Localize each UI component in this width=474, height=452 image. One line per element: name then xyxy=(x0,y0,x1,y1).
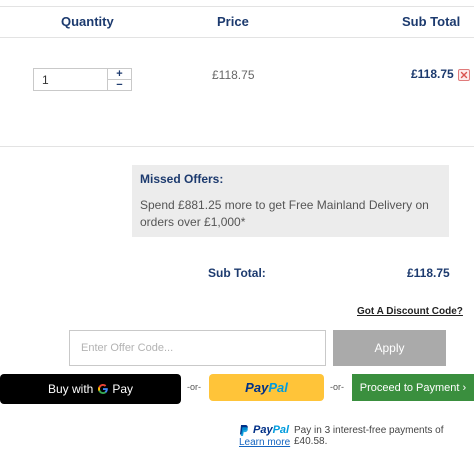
quantity-stepper: + − xyxy=(33,68,132,91)
paypal-paylater-logo: PayPal xyxy=(253,424,289,436)
price-header: Price xyxy=(217,14,249,29)
item-price: £118.75 xyxy=(212,68,255,82)
proceed-to-payment-button[interactable]: Proceed to Payment › xyxy=(352,374,474,401)
google-pay-button[interactable]: Buy with Pay xyxy=(0,374,181,404)
row-divider xyxy=(0,146,474,147)
paypal-paylater-logo-part1: Pay xyxy=(253,424,273,436)
google-pay-word: Pay xyxy=(112,382,134,396)
missed-offers-panel: Missed Offers: Spend £881.25 more to get… xyxy=(132,165,449,237)
subtotal-value: £118.75 xyxy=(407,266,450,280)
quantity-input[interactable] xyxy=(34,69,108,90)
subtotal-header: Sub Total xyxy=(402,14,461,29)
google-g-icon xyxy=(98,384,109,394)
quantity-decrease-button[interactable]: − xyxy=(108,79,131,90)
paypal-paylater-logo-part2: Pal xyxy=(272,424,290,436)
paypal-icon xyxy=(240,425,248,436)
google-pay-label: Buy with xyxy=(47,382,94,396)
close-icon xyxy=(460,71,468,79)
paypal-button[interactable]: Pay Pal xyxy=(209,374,324,401)
discount-code-link[interactable]: Got A Discount Code? xyxy=(357,306,463,317)
item-subtotal: £118.75 xyxy=(411,67,454,81)
or-separator: -or- xyxy=(187,382,201,392)
paypal-logo-part1: Pay xyxy=(245,380,269,395)
header-divider xyxy=(0,37,474,38)
subtotal-label: Sub Total: xyxy=(208,266,266,280)
top-border xyxy=(0,6,474,7)
paylater-message: Pay in 3 interest-free payments of £40.5… xyxy=(294,425,444,447)
apply-button[interactable]: Apply xyxy=(333,330,446,366)
learn-more-link[interactable]: Learn more xyxy=(239,437,290,448)
paypal-logo-part2: Pal xyxy=(268,380,288,395)
or-separator: -or- xyxy=(330,382,344,392)
offer-code-input[interactable] xyxy=(69,330,326,366)
remove-item-button[interactable] xyxy=(458,69,470,81)
missed-offers-title: Missed Offers: xyxy=(140,172,224,186)
quantity-header: Quantity xyxy=(61,14,114,29)
missed-offers-text: Spend £881.25 more to get Free Mainland … xyxy=(140,198,429,229)
